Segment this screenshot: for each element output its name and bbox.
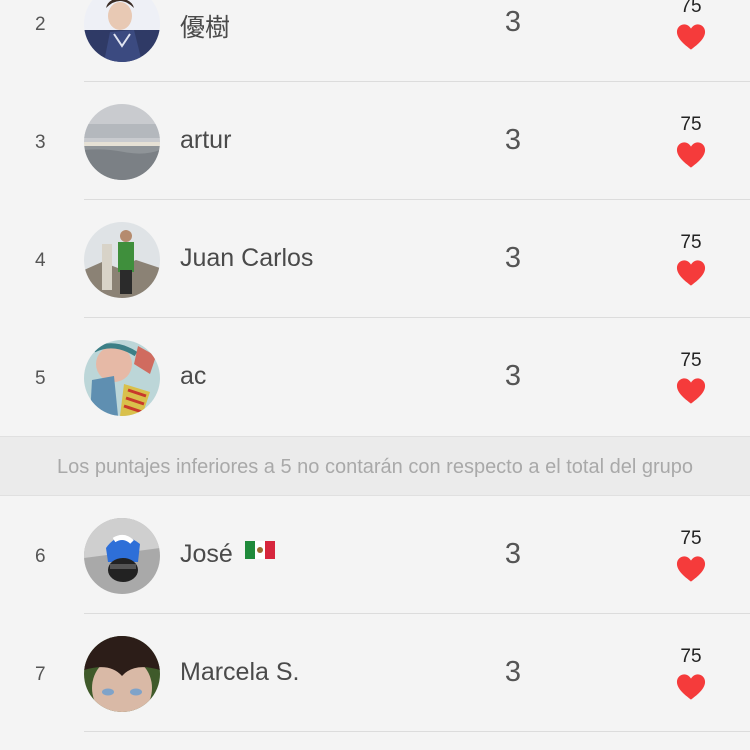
- mexico-flag-icon: [244, 539, 275, 568]
- player-score: 3: [504, 6, 522, 38]
- list-item[interactable]: 7 Marcela S. 3 75: [0, 614, 750, 732]
- player-name: artur: [180, 126, 232, 154]
- heart-icon[interactable]: [676, 673, 706, 701]
- player-name: Juan Carlos: [180, 244, 314, 272]
- list-item[interactable]: 4 Juan Carlos 3 75: [0, 200, 750, 318]
- like-count: 75: [680, 528, 702, 549]
- like-count: 75: [680, 114, 702, 135]
- player-name: 優樹: [180, 14, 231, 42]
- avatar[interactable]: [84, 222, 160, 298]
- player-name: José: [180, 540, 275, 569]
- avatar[interactable]: [84, 104, 160, 180]
- like-count: 75: [680, 0, 702, 17]
- list-item[interactable]: 3 artur 3 75: [0, 82, 750, 200]
- heart-icon[interactable]: [676, 23, 706, 51]
- player-name: ac: [180, 362, 207, 390]
- group-total-notice: Los puntajes inferiores a 5 no contarán …: [0, 436, 750, 496]
- list-item[interactable]: 5 ac 3 75: [0, 318, 750, 436]
- like-count: 75: [680, 646, 702, 667]
- avatar[interactable]: [84, 518, 160, 594]
- list-item[interactable]: 6 José 3 75: [0, 496, 750, 614]
- like-count: 75: [680, 350, 702, 371]
- player-score: 3: [504, 538, 522, 570]
- leaderboard-list: 2 優樹 3 75 3 artur 3 75 4 Juan Carlos 3 7…: [0, 0, 750, 732]
- player-name: Marcela S.: [180, 658, 300, 686]
- list-item[interactable]: 2 優樹 3 75: [0, 0, 750, 82]
- player-score: 3: [504, 656, 522, 688]
- heart-icon[interactable]: [676, 555, 706, 583]
- player-score: 3: [504, 242, 522, 274]
- heart-icon[interactable]: [676, 259, 706, 287]
- player-score: 3: [504, 360, 522, 392]
- heart-icon[interactable]: [676, 141, 706, 169]
- avatar[interactable]: [84, 636, 160, 712]
- avatar[interactable]: [84, 340, 160, 416]
- like-count: 75: [680, 232, 702, 253]
- heart-icon[interactable]: [676, 377, 706, 405]
- leaderboard-screen: 2 優樹 3 75 3 artur 3 75 4 Juan Carlos 3 7…: [0, 0, 750, 750]
- avatar[interactable]: [84, 0, 160, 62]
- row-divider: [84, 731, 750, 732]
- notice-text: Los puntajes inferiores a 5 no contarán …: [57, 456, 693, 478]
- player-score: 3: [504, 124, 522, 156]
